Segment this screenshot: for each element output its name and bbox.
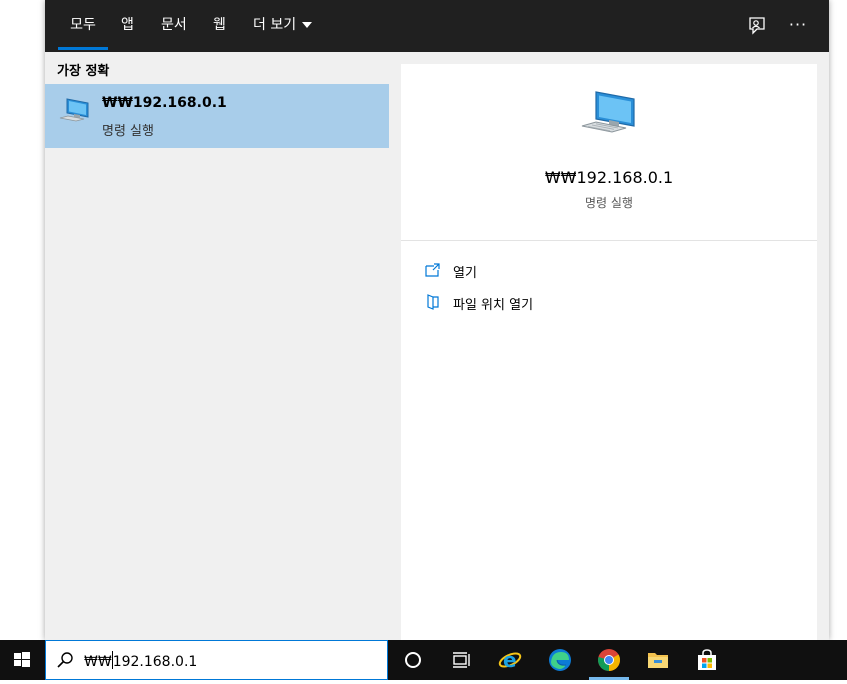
svg-text:e: e — [503, 648, 517, 672]
store-icon[interactable] — [695, 648, 719, 672]
tab-apps[interactable]: 앱 — [121, 0, 134, 52]
detail-title: ₩₩192.168.0.1 — [544, 168, 674, 187]
best-match-result[interactable]: ₩₩192.168.0.1 명령 실행 — [45, 84, 389, 148]
divider — [401, 240, 817, 241]
file-location-icon — [425, 294, 441, 310]
search-icon — [56, 651, 74, 669]
feedback-icon[interactable] — [745, 14, 769, 38]
tab-all[interactable]: 모두 — [58, 0, 108, 52]
open-file-location-label: 파일 위치 열기 — [453, 298, 534, 313]
start-button[interactable] — [0, 640, 44, 680]
taskbar: ₩₩192.168.0.1 e — [0, 640, 847, 680]
taskbar-search-box[interactable]: ₩₩192.168.0.1 — [45, 640, 388, 680]
file-explorer-icon[interactable] — [646, 648, 670, 672]
computer-monitor-icon — [57, 96, 91, 128]
result-subtitle: 명령 실행 — [102, 124, 154, 139]
internet-explorer-icon[interactable]: e — [498, 648, 522, 672]
result-title: ₩₩192.168.0.1 — [102, 95, 227, 111]
windows-logo-icon — [14, 652, 30, 667]
cortana-icon[interactable] — [401, 648, 425, 672]
edge-icon[interactable] — [548, 648, 572, 672]
tab-more-label: 더 보기 — [253, 17, 297, 33]
computer-monitor-icon — [579, 88, 639, 144]
detail-subtitle: 명령 실행 — [585, 196, 633, 210]
caret-down-icon — [302, 22, 313, 28]
detail-panel: ₩₩192.168.0.1 명령 실행 열기 파일 위치 열기 — [401, 64, 817, 640]
tab-more[interactable]: 더 보기 — [253, 0, 313, 52]
more-options-icon[interactable]: ··· — [786, 14, 810, 38]
tab-documents[interactable]: 문서 — [161, 0, 187, 52]
open-action-label: 열기 — [453, 266, 477, 281]
best-match-heading: 가장 정확 — [57, 64, 110, 79]
chrome-icon[interactable] — [597, 648, 621, 672]
search-window: 모두 앱 문서 웹 더 보기 ··· 가장 정확 ₩₩192.168.0.1 명… — [45, 0, 829, 640]
search-tab-bar: 모두 앱 문서 웹 더 보기 ··· — [45, 0, 829, 52]
tab-web[interactable]: 웹 — [213, 0, 226, 52]
task-view-icon[interactable] — [449, 648, 473, 672]
open-external-icon — [425, 262, 441, 278]
search-input[interactable]: ₩₩192.168.0.1 — [84, 651, 197, 670]
